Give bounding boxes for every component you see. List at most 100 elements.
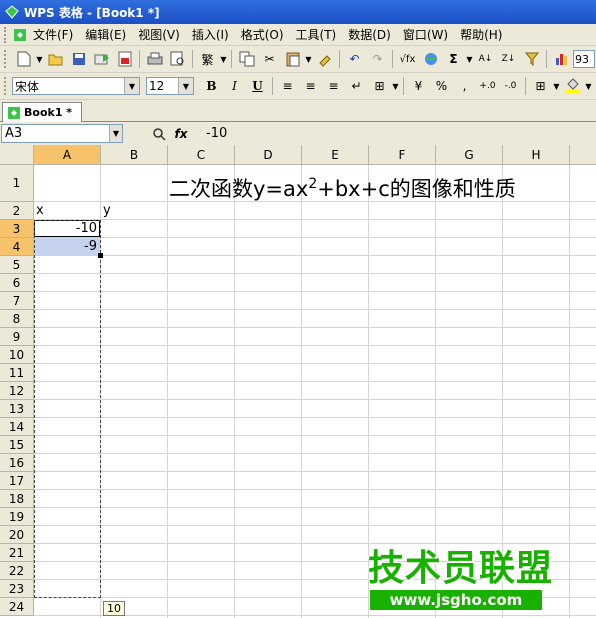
italic-button[interactable]: I (224, 75, 246, 97)
bold-button[interactable]: B (201, 75, 223, 97)
row-header-7[interactable]: 7 (0, 292, 34, 310)
grip-handle[interactable] (4, 77, 9, 95)
row-header-3[interactable]: 3 (0, 220, 34, 238)
fill-color-dropdown-icon[interactable]: ▼ (585, 75, 593, 97)
column-header-c[interactable]: C (168, 145, 235, 165)
chevron-down-icon[interactable]: ▼ (124, 78, 139, 94)
increase-decimal-icon[interactable]: +.0 (477, 75, 499, 97)
menu-insert[interactable]: 插入(I) (186, 26, 235, 43)
row-header-23[interactable]: 23 (0, 580, 34, 598)
merge-cells-icon[interactable]: ⊞ (369, 75, 391, 97)
menu-help[interactable]: 帮助(H) (454, 26, 508, 43)
menu-view[interactable]: 视图(V) (132, 26, 186, 43)
export-pdf-icon[interactable] (114, 48, 136, 70)
open-folder-icon[interactable] (45, 48, 67, 70)
zoom-lens-icon[interactable] (148, 123, 170, 145)
underline-button[interactable]: U (247, 75, 269, 97)
column-header-d[interactable]: D (235, 145, 302, 165)
zoom-combo[interactable]: 93 (573, 50, 595, 68)
row-header-10[interactable]: 10 (0, 346, 34, 364)
comma-style-icon[interactable]: , (454, 75, 476, 97)
redo-icon[interactable]: ↷ (367, 48, 389, 70)
align-left-icon[interactable]: ≡ (277, 75, 299, 97)
chevron-down-icon[interactable]: ▼ (109, 125, 122, 142)
hyperlink-icon[interactable] (420, 48, 442, 70)
grip-handle[interactable] (4, 26, 9, 43)
column-header-h[interactable]: H (503, 145, 570, 165)
menu-file[interactable]: 文件(F) (27, 26, 79, 43)
fx-button[interactable]: fx (170, 127, 192, 141)
row-header-8[interactable]: 8 (0, 310, 34, 328)
sort-ascending-icon[interactable]: A↓ (475, 48, 497, 70)
paste-dropdown-icon[interactable]: ▼ (305, 48, 313, 70)
column-header-b[interactable]: B (101, 145, 168, 165)
traditional-chinese-icon[interactable]: 繁 (197, 48, 219, 70)
format-painter-icon[interactable] (314, 48, 336, 70)
fill-handle[interactable] (98, 253, 103, 258)
row-header-12[interactable]: 12 (0, 382, 34, 400)
column-header-g[interactable]: G (436, 145, 503, 165)
print-icon[interactable] (144, 48, 166, 70)
currency-icon[interactable]: ¥ (408, 75, 430, 97)
row-header-5[interactable]: 5 (0, 256, 34, 274)
row-header-6[interactable]: 6 (0, 274, 34, 292)
autosum-dropdown-icon[interactable]: ▼ (466, 48, 474, 70)
merge-dropdown-icon[interactable]: ▼ (392, 75, 400, 97)
wrap-text-icon[interactable]: ↵ (346, 75, 368, 97)
font-name-select[interactable]: 宋体 ▼ (12, 77, 140, 95)
chart-icon[interactable] (551, 48, 573, 70)
mail-icon[interactable] (91, 48, 113, 70)
print-preview-icon[interactable] (167, 48, 189, 70)
row-header-24[interactable]: 24 (0, 598, 34, 616)
column-header-partial[interactable] (570, 145, 596, 165)
paste-icon[interactable] (282, 48, 304, 70)
row-header-2[interactable]: 2 (0, 202, 34, 220)
row-header-4[interactable]: 4 (0, 238, 34, 256)
menu-window[interactable]: 窗口(W) (397, 26, 454, 43)
row-header-9[interactable]: 9 (0, 328, 34, 346)
filter-icon[interactable] (521, 48, 543, 70)
menu-data[interactable]: 数据(D) (342, 26, 397, 43)
menu-format[interactable]: 格式(O) (235, 26, 290, 43)
row-header-21[interactable]: 21 (0, 544, 34, 562)
name-box[interactable]: A3 ▼ (1, 124, 123, 143)
row-header-17[interactable]: 17 (0, 472, 34, 490)
fill-color-icon[interactable] (562, 75, 584, 97)
row-header-20[interactable]: 20 (0, 526, 34, 544)
row-header-16[interactable]: 16 (0, 454, 34, 472)
cut-icon[interactable]: ✂ (259, 48, 281, 70)
save-icon[interactable] (68, 48, 90, 70)
autosum-icon[interactable]: Σ (443, 48, 465, 70)
sheet-title[interactable]: 二次函数y=ax2+bx+c的图像和性质 (169, 171, 516, 202)
select-all-corner[interactable] (0, 145, 34, 165)
cell-a2[interactable]: x (36, 202, 44, 220)
row-header-19[interactable]: 19 (0, 508, 34, 526)
new-document-icon[interactable] (13, 48, 35, 70)
formula-input[interactable]: -10 (206, 126, 227, 141)
row-header-15[interactable]: 15 (0, 436, 34, 454)
menu-edit[interactable]: 编辑(E) (79, 26, 132, 43)
row-header-22[interactable]: 22 (0, 562, 34, 580)
undo-icon[interactable]: ↶ (344, 48, 366, 70)
font-size-select[interactable]: 12 ▼ (146, 77, 194, 95)
new-dropdown-icon[interactable]: ▼ (36, 48, 44, 70)
cell-b2[interactable]: y (103, 202, 111, 220)
percent-button[interactable]: % (431, 75, 453, 97)
decrease-decimal-icon[interactable]: -.0 (500, 75, 522, 97)
align-right-icon[interactable]: ≡ (323, 75, 345, 97)
copy-icon[interactable] (236, 48, 258, 70)
sort-descending-icon[interactable]: Z↓ (498, 48, 520, 70)
chevron-down-icon[interactable]: ▼ (178, 78, 193, 94)
borders-dropdown-icon[interactable]: ▼ (553, 75, 561, 97)
column-header-f[interactable]: F (369, 145, 436, 165)
row-header-1[interactable]: 1 (0, 165, 34, 202)
column-header-a[interactable]: A (34, 145, 101, 165)
traditional-dropdown-icon[interactable]: ▼ (220, 48, 228, 70)
row-header-14[interactable]: 14 (0, 418, 34, 436)
grip-handle[interactable] (4, 50, 9, 68)
menu-tools[interactable]: 工具(T) (290, 26, 343, 43)
row-header-18[interactable]: 18 (0, 490, 34, 508)
borders-icon[interactable]: ⊞ (530, 75, 552, 97)
doc-menu-icon[interactable] (13, 28, 27, 42)
align-center-icon[interactable]: ≡ (300, 75, 322, 97)
